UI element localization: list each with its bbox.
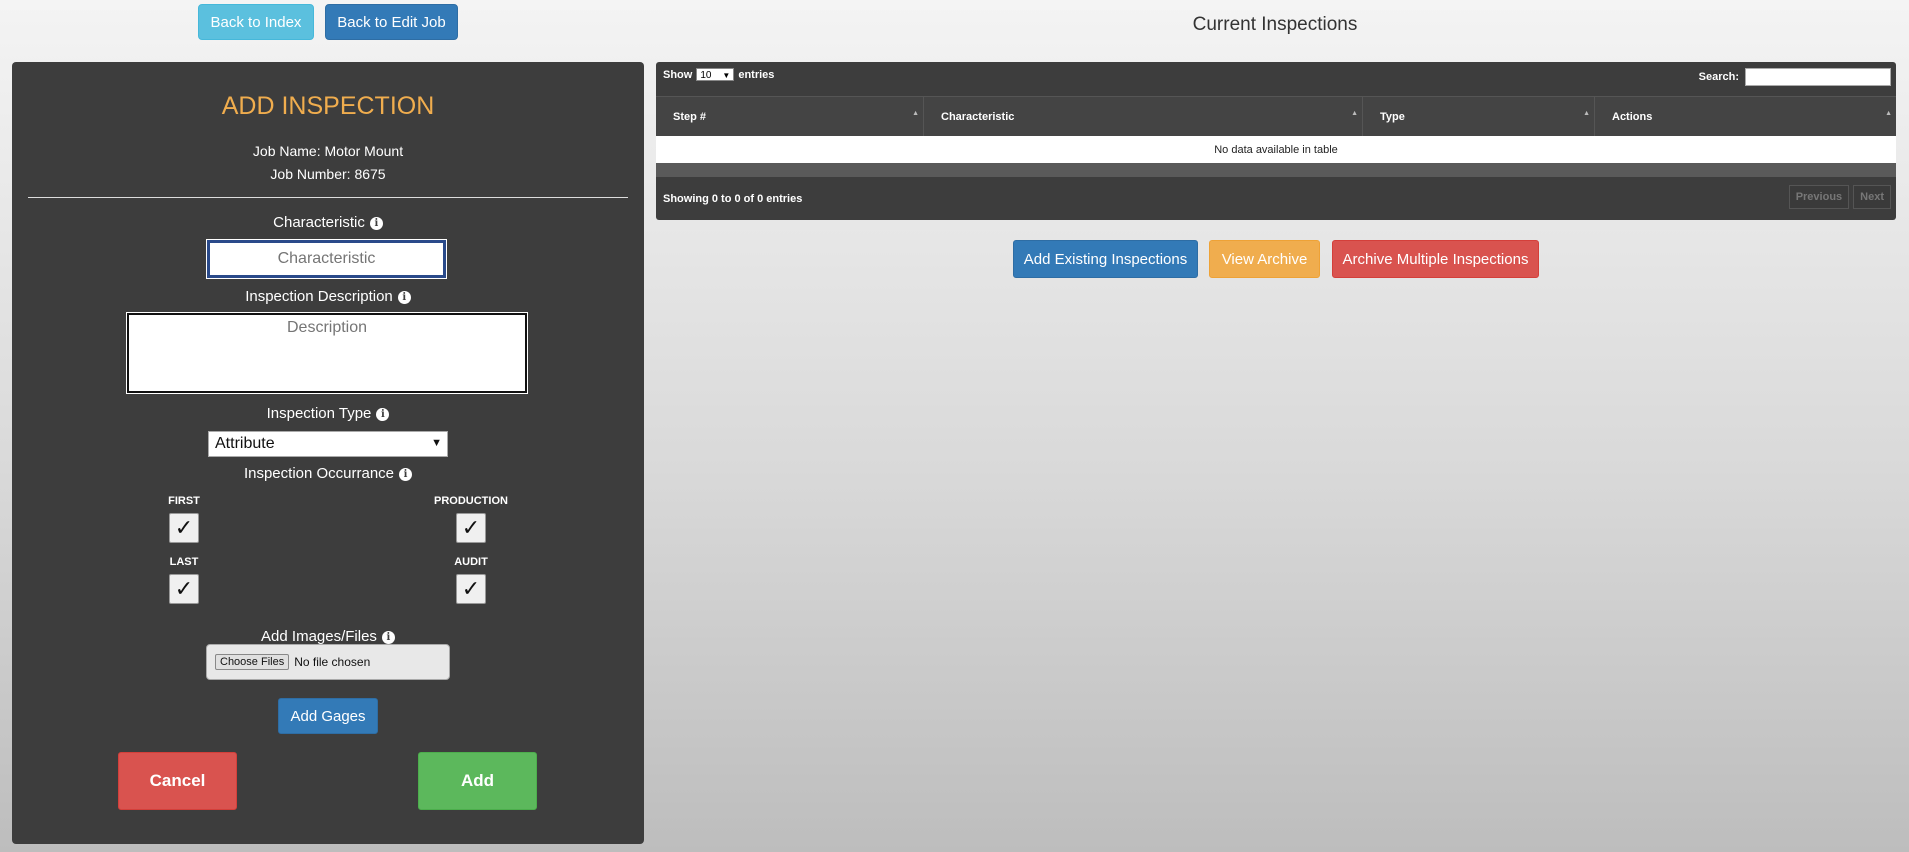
column-header-characteristic[interactable]: Characteristic ▲	[924, 97, 1363, 137]
occurrence-first-label: FIRST	[168, 495, 200, 507]
cancel-button[interactable]: Cancel	[118, 752, 237, 810]
type-label-row: Inspection Type i	[12, 405, 644, 422]
entries-length-select[interactable]: 10 ▼	[696, 68, 735, 81]
characteristic-input[interactable]	[206, 239, 447, 279]
back-to-index-button[interactable]: Back to Index	[198, 4, 314, 40]
job-name: Job Name: Motor Mount	[252, 143, 404, 159]
occurrence-audit-checkbox[interactable]: ✓	[456, 574, 486, 604]
column-header-label: Actions	[1612, 111, 1653, 123]
column-header-type[interactable]: Type ▲	[1363, 97, 1595, 137]
column-header-actions[interactable]: Actions ▲	[1595, 97, 1896, 137]
occurrence-last-label: LAST	[169, 556, 199, 568]
info-circle-icon[interactable]: i	[381, 631, 395, 644]
files-label-row: Add Images/Files i	[12, 628, 644, 645]
search-control: Search:	[1699, 68, 1891, 86]
view-archive-button[interactable]: View Archive	[1209, 240, 1320, 278]
chevron-down-icon: ▼	[722, 71, 731, 80]
occurrence-production-checkbox[interactable]: ✓	[456, 513, 486, 543]
type-label: Inspection Type	[266, 405, 372, 422]
sort-icon: ▲	[912, 110, 919, 117]
info-circle-icon[interactable]: i	[376, 408, 390, 421]
column-header-label: Characteristic	[941, 111, 1015, 123]
type-selected-value: Attribute	[215, 435, 275, 452]
back-to-edit-job-button[interactable]: Back to Edit Job	[325, 4, 458, 40]
inspection-type-select[interactable]: Attribute ▼	[208, 431, 448, 457]
chevron-down-icon: ▼	[431, 437, 442, 449]
column-header-step[interactable]: Step # ▲	[656, 97, 924, 137]
length-control: Show 10 ▼ entries	[663, 68, 774, 81]
divider	[28, 197, 628, 198]
length-value: 10	[700, 70, 712, 81]
previous-page-button[interactable]: Previous	[1788, 185, 1850, 209]
table-footer-strip	[656, 163, 1896, 177]
archive-multiple-inspections-button[interactable]: Archive Multiple Inspections	[1332, 240, 1539, 278]
table-header: Step # ▲ Characteristic ▲ Type ▲ Actions ▲	[656, 96, 1896, 137]
pagination: Previous Next	[1788, 185, 1891, 209]
files-label: Add Images/Files	[261, 628, 377, 645]
no-file-text: No file chosen	[294, 655, 371, 669]
sort-icon: ▲	[1351, 110, 1358, 117]
add-inspection-panel: ADD INSPECTION Job Name: Motor Mount Job…	[12, 62, 644, 844]
characteristic-label-row: Characteristic i	[12, 214, 644, 231]
sort-icon: ▲	[1583, 110, 1590, 117]
info-circle-icon[interactable]: i	[397, 291, 411, 304]
occurrence-audit-label: AUDIT	[454, 556, 488, 568]
column-header-label: Step #	[673, 111, 707, 123]
show-label: Show	[663, 68, 693, 81]
file-input[interactable]: Choose Files No file chosen	[206, 644, 450, 680]
add-gages-button[interactable]: Add Gages	[278, 698, 378, 734]
occurrence-last-checkbox[interactable]: ✓	[169, 574, 199, 604]
search-label: Search:	[1698, 71, 1739, 83]
choose-files-button[interactable]: Choose Files	[215, 654, 290, 670]
info-circle-icon[interactable]: i	[369, 217, 383, 230]
empty-table-row: No data available in table	[656, 136, 1896, 163]
occurrence-production-label: PRODUCTION	[434, 495, 508, 507]
table-info: Showing 0 to 0 of 0 entries	[663, 193, 803, 205]
info-circle-icon[interactable]: i	[399, 468, 413, 481]
job-number: Job Number: 8675	[270, 166, 386, 182]
entries-label: entries	[738, 68, 775, 81]
inspections-table: Show 10 ▼ entries Search: Step # ▲ Charact…	[656, 62, 1896, 220]
description-label-row: Inspection Description i	[12, 288, 644, 305]
description-label: Inspection Description	[245, 288, 393, 305]
page-heading: Current Inspections	[1192, 14, 1358, 35]
description-textarea[interactable]	[126, 312, 528, 394]
occurrence-first-checkbox[interactable]: ✓	[169, 513, 199, 543]
occurrence-label: Inspection Occurrance	[243, 465, 395, 482]
add-button[interactable]: Add	[418, 752, 537, 810]
form-title: ADD INSPECTION	[221, 92, 435, 120]
next-page-button[interactable]: Next	[1853, 185, 1891, 209]
search-input[interactable]	[1745, 68, 1891, 86]
occurrence-label-row: Inspection Occurrance i	[12, 465, 644, 482]
column-header-label: Type	[1380, 111, 1405, 123]
sort-icon: ▲	[1885, 110, 1892, 117]
add-existing-inspections-button[interactable]: Add Existing Inspections	[1013, 240, 1198, 278]
characteristic-label: Characteristic	[273, 214, 365, 231]
